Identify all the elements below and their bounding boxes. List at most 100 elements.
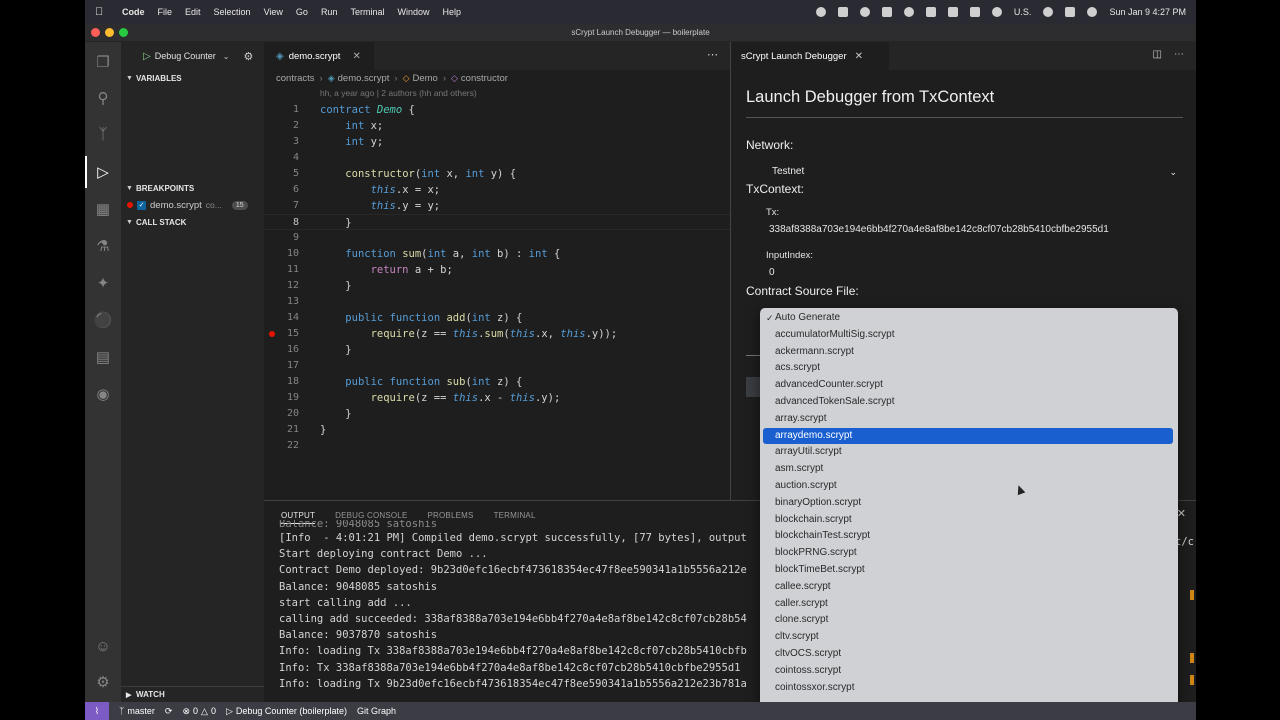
dropdown-option[interactable]: cointoss.scrypt bbox=[763, 663, 1173, 680]
record-icon[interactable] bbox=[815, 7, 826, 17]
breadcrumb-method[interactable]: constructor bbox=[461, 73, 508, 84]
wechat-icon[interactable] bbox=[881, 7, 892, 17]
code-token: } bbox=[320, 217, 352, 229]
dropdown-option[interactable]: cltv.scrypt bbox=[763, 629, 1173, 646]
dropdown-option[interactable]: blockchain.scrypt bbox=[763, 512, 1173, 529]
dropdown-option[interactable]: acs.scrypt bbox=[763, 360, 1173, 377]
split-editor-icon[interactable]: ◫ bbox=[1153, 49, 1162, 60]
bluetooth-icon[interactable] bbox=[947, 7, 958, 17]
battery-icon[interactable] bbox=[969, 7, 980, 17]
dropdown-option[interactable]: cointossxor.scrypt bbox=[763, 680, 1173, 697]
more-actions-icon[interactable]: ⋯ bbox=[707, 48, 718, 61]
branch-item[interactable]: ᛉ master bbox=[119, 706, 155, 716]
dropdown-option[interactable]: caller.scrypt bbox=[763, 596, 1173, 613]
tab-scrypt-launch-debugger[interactable]: sCrypt Launch Debugger ✕ bbox=[731, 42, 889, 70]
spotlight-icon[interactable] bbox=[1043, 7, 1054, 17]
breadcrumb-file[interactable]: demo.scrypt bbox=[338, 73, 390, 84]
dropdown-option[interactable]: blockchainTest.scrypt bbox=[763, 528, 1173, 545]
extensions-icon[interactable]: ▦ bbox=[93, 199, 113, 219]
dropdown-option[interactable]: advancedTokenSale.scrypt bbox=[763, 394, 1173, 411]
breakpoint-checkbox[interactable]: ✓ bbox=[137, 200, 146, 210]
menu-app[interactable]: Code bbox=[122, 7, 145, 17]
dropdown-option[interactable]: auction.scrypt bbox=[763, 478, 1173, 495]
network-select[interactable]: Testnet ⌄ bbox=[746, 162, 1183, 182]
output-log[interactable]: Balance: 9048085 satoshis [Info - 4:01:2… bbox=[279, 520, 747, 692]
dropdown-option[interactable]: array.scrypt bbox=[763, 411, 1173, 428]
dropdown-option[interactable]: ✓ Auto Generate bbox=[763, 310, 1173, 327]
menubar-status-area: U.S. Sun Jan 9 4:27 PM bbox=[815, 0, 1186, 24]
remote-icon[interactable]: ⌇ bbox=[85, 702, 109, 720]
debug-session-item[interactable]: ▷ Debug Counter (boilerplate) bbox=[226, 706, 347, 717]
menu-window[interactable]: Window bbox=[397, 7, 429, 17]
menu-selection[interactable]: Selection bbox=[214, 7, 251, 17]
callstack-section[interactable]: ▼ CALL STACK bbox=[121, 214, 264, 230]
tab-terminal[interactable]: TERMINAL bbox=[494, 511, 536, 520]
menu-go[interactable]: Go bbox=[296, 7, 308, 17]
variables-section[interactable]: ▼ VARIABLES bbox=[121, 70, 264, 86]
close-icon[interactable]: ✕ bbox=[855, 51, 863, 62]
scrypt-icon[interactable]: ✦ bbox=[93, 273, 113, 293]
git-blame-annotation[interactable]: hh, a year ago | 2 authors (hh and other… bbox=[320, 88, 477, 98]
breakpoint-item[interactable]: ✓ demo.scrypt co... 15 bbox=[121, 197, 264, 213]
tab-debug-console[interactable]: DEBUG CONSOLE bbox=[335, 511, 407, 520]
run-debug-icon[interactable]: ▷ bbox=[85, 156, 113, 188]
testing-icon[interactable]: ⚗ bbox=[93, 236, 113, 256]
problems-item[interactable]: ⊗ 0 △ 0 bbox=[182, 706, 216, 717]
menu-help[interactable]: Help bbox=[442, 7, 461, 17]
breadcrumb-folder[interactable]: contracts bbox=[276, 73, 315, 84]
dropdown-option[interactable]: blockPRNG.scrypt bbox=[763, 545, 1173, 562]
start-debugging-icon[interactable]: ▷ bbox=[143, 51, 151, 62]
menu-terminal[interactable]: Terminal bbox=[350, 7, 384, 17]
dropdown-option[interactable]: ackermann.scrypt bbox=[763, 344, 1173, 361]
tab-problems[interactable]: PROBLEMS bbox=[428, 511, 474, 520]
tx-input[interactable]: 338af8388a703e194e6bb4f270a4e8af8be142c8… bbox=[769, 224, 1109, 235]
settings-gear-icon[interactable]: ⚙ bbox=[93, 672, 113, 692]
control-center-icon[interactable] bbox=[1065, 7, 1076, 17]
menu-file[interactable]: File bbox=[158, 7, 173, 17]
code-editor[interactable]: hh, a year ago | 2 authors (hh and other… bbox=[264, 86, 730, 500]
wifi-icon[interactable] bbox=[991, 7, 1002, 17]
menu-run[interactable]: Run bbox=[321, 7, 338, 17]
watch-section[interactable]: ▶ WATCH bbox=[121, 686, 264, 702]
close-icon[interactable]: ✕ bbox=[352, 51, 360, 62]
remote-explorer-icon[interactable]: ▤ bbox=[93, 347, 113, 367]
close-icon[interactable]: ✕ bbox=[1177, 507, 1186, 520]
dropdown-option[interactable]: blockTimeBet.scrypt bbox=[763, 562, 1173, 579]
python-icon[interactable]: ⚫ bbox=[93, 310, 113, 330]
dropdown-option[interactable]: callee.scrypt bbox=[763, 579, 1173, 596]
dropdown-option[interactable]: cltvOCS.scrypt bbox=[763, 646, 1173, 663]
network-icon[interactable] bbox=[925, 7, 936, 17]
sync-icon[interactable]: ⟳ bbox=[165, 706, 173, 717]
dropdown-option[interactable]: binaryOption.scrypt bbox=[763, 495, 1173, 512]
search-icon[interactable]: ⚲ bbox=[93, 88, 113, 108]
dropdown-option[interactable]: clone.scrypt bbox=[763, 612, 1173, 629]
dropdown-option[interactable]: advancedCounter.scrypt bbox=[763, 377, 1173, 394]
breadcrumb-class[interactable]: Demo bbox=[412, 73, 437, 84]
dropdown-option-selected[interactable]: arraydemo.scrypt bbox=[763, 427, 1173, 445]
screen-icon[interactable] bbox=[837, 7, 848, 17]
tab-demo-scrypt[interactable]: ◈ demo.scrypt ✕ bbox=[264, 42, 374, 70]
breakpoints-section[interactable]: ▼ BREAKPOINTS bbox=[121, 180, 264, 196]
input-index-input[interactable]: 0 bbox=[769, 267, 775, 278]
input-source-label[interactable]: U.S. bbox=[1014, 7, 1032, 17]
menubar-clock[interactable]: Sun Jan 9 4:27 PM bbox=[1109, 7, 1186, 17]
github-icon[interactable]: ◉ bbox=[93, 384, 113, 404]
debug-settings-icon[interactable]: ⚙ bbox=[243, 50, 253, 63]
apple-icon[interactable]:  bbox=[95, 6, 109, 18]
menu-view[interactable]: View bbox=[264, 7, 283, 17]
siri-icon[interactable] bbox=[1087, 7, 1098, 17]
account-icon[interactable]: ☺ bbox=[93, 636, 113, 656]
menu-edit[interactable]: Edit bbox=[185, 7, 201, 17]
more-actions-icon[interactable]: ⋯ bbox=[1174, 49, 1184, 60]
chevron-down-icon[interactable]: ⌄ bbox=[223, 52, 230, 61]
explorer-icon[interactable]: ❐ bbox=[93, 52, 113, 72]
telegram-icon[interactable] bbox=[859, 7, 870, 17]
debug-config-select[interactable]: Debug Counter bbox=[155, 51, 216, 61]
contract-source-dropdown[interactable]: ✓ Auto Generate accumulatorMultiSig.scryp… bbox=[760, 308, 1178, 716]
dropdown-option[interactable]: accumulatorMultiSig.scrypt bbox=[763, 327, 1173, 344]
dropdown-option[interactable]: arrayUtil.scrypt bbox=[763, 444, 1173, 461]
timer-icon[interactable] bbox=[903, 7, 914, 17]
dropdown-option[interactable]: asm.scrypt bbox=[763, 461, 1173, 478]
git-graph-item[interactable]: Git Graph bbox=[357, 706, 396, 716]
source-control-icon[interactable]: ᛉ bbox=[93, 124, 113, 144]
